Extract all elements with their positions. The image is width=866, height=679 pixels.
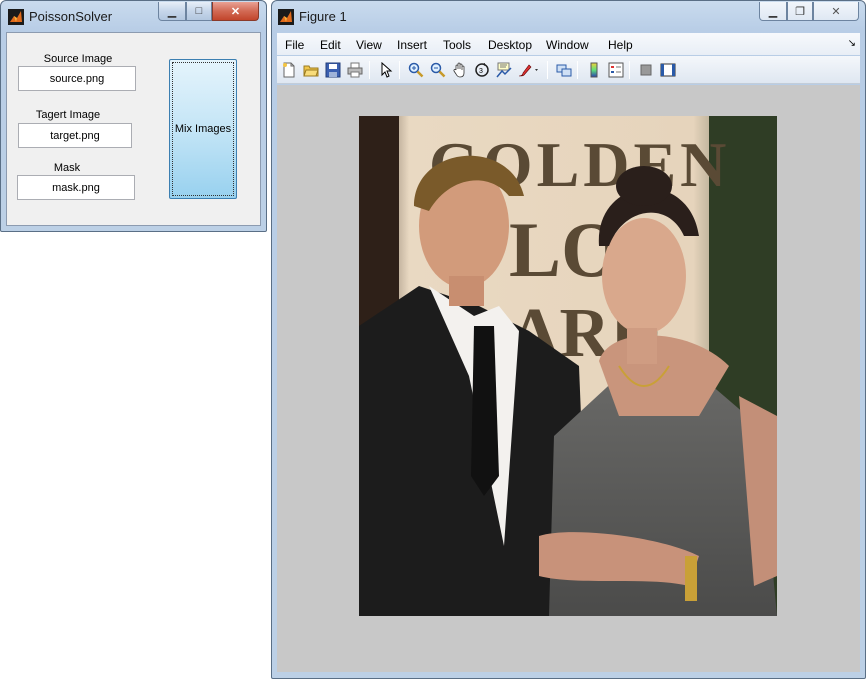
toolbar-separator	[629, 61, 630, 79]
menu-bar: File Edit View Insert Tools Desktop Wind…	[277, 33, 860, 55]
open-file-icon[interactable]	[301, 60, 321, 80]
menu-insert[interactable]: Insert	[397, 38, 427, 52]
menu-desktop[interactable]: Desktop	[488, 38, 532, 52]
hide-plot-tools-icon[interactable]	[636, 60, 656, 80]
matlab-icon	[8, 9, 24, 25]
toolbar-separator	[369, 61, 370, 79]
minimize-button[interactable]: ▁	[759, 2, 787, 21]
brush-icon[interactable]	[516, 60, 542, 80]
toolbar-separator	[547, 61, 548, 79]
pan-hand-icon[interactable]	[450, 60, 470, 80]
toolbar-separator	[399, 61, 400, 79]
menu-help[interactable]: Help	[608, 38, 633, 52]
data-cursor-icon[interactable]	[494, 60, 514, 80]
edit-plot-arrow-icon[interactable]	[376, 60, 396, 80]
minimize-button[interactable]: ▁	[158, 2, 186, 21]
window-title: Figure 1	[299, 9, 347, 24]
figure-toolbar: 3	[277, 56, 860, 84]
maximize-button[interactable]: □	[186, 2, 212, 21]
menu-window[interactable]: Window	[546, 38, 589, 52]
couple-photo: GOLDEN LO ARD	[359, 116, 777, 616]
figure-window: Figure 1 ▁ ❐ ✕ File Edit View Insert Too…	[271, 0, 866, 679]
svg-text:3: 3	[479, 68, 483, 75]
restore-icon: ❐	[795, 5, 805, 18]
window-title: PoissonSolver	[29, 9, 113, 24]
close-button[interactable]: ✕	[212, 2, 259, 21]
source-image-field[interactable]: source.png	[18, 66, 136, 91]
poisson-solver-window: PoissonSolver ▁ □ ✕ Source Image source.…	[0, 0, 267, 232]
new-figure-icon[interactable]	[279, 60, 299, 80]
minimize-icon: ▁	[167, 5, 177, 18]
show-plot-tools-icon[interactable]	[658, 60, 678, 80]
menu-tools[interactable]: Tools	[443, 38, 471, 52]
minimize-icon: ▁	[768, 5, 778, 18]
close-button[interactable]: ✕	[813, 2, 859, 21]
matlab-icon	[278, 9, 294, 25]
source-image-label: Source Image	[43, 53, 113, 65]
poisson-client-area: Source Image source.png Tagert Image tar…	[6, 32, 261, 226]
mask-field[interactable]: mask.png	[17, 175, 135, 200]
link-plot-icon[interactable]	[554, 60, 574, 80]
close-icon: ✕	[230, 5, 241, 18]
poisson-titlebar[interactable]: PoissonSolver ▁ □ ✕	[1, 1, 266, 31]
colorbar-icon[interactable]	[584, 60, 604, 80]
menu-view[interactable]: View	[356, 38, 382, 52]
restore-button[interactable]: ❐	[787, 2, 813, 21]
legend-icon[interactable]	[606, 60, 626, 80]
close-icon: ✕	[831, 5, 841, 18]
maximize-icon: □	[195, 5, 203, 17]
zoom-out-icon[interactable]	[428, 60, 448, 80]
rotate-3d-icon[interactable]: 3	[472, 60, 492, 80]
zoom-in-icon[interactable]	[406, 60, 426, 80]
save-icon[interactable]	[323, 60, 343, 80]
menu-dock-arrow-icon[interactable]: ↘	[848, 38, 856, 49]
menu-edit[interactable]: Edit	[320, 38, 341, 52]
print-icon[interactable]	[345, 60, 365, 80]
mix-images-label: Mix Images	[174, 123, 232, 135]
figure-canvas[interactable]: GOLDEN LO ARD	[277, 85, 860, 672]
displayed-image: GOLDEN LO ARD	[359, 116, 777, 616]
figure-titlebar[interactable]: Figure 1 ▁ ❐ ✕	[272, 1, 865, 31]
menu-file[interactable]: File	[285, 38, 304, 52]
target-image-field[interactable]: target.png	[18, 123, 132, 148]
target-image-label: Tagert Image	[35, 109, 101, 121]
mask-label: Mask	[53, 162, 81, 174]
toolbar-separator	[577, 61, 578, 79]
mix-images-button[interactable]: Mix Images	[169, 59, 237, 199]
